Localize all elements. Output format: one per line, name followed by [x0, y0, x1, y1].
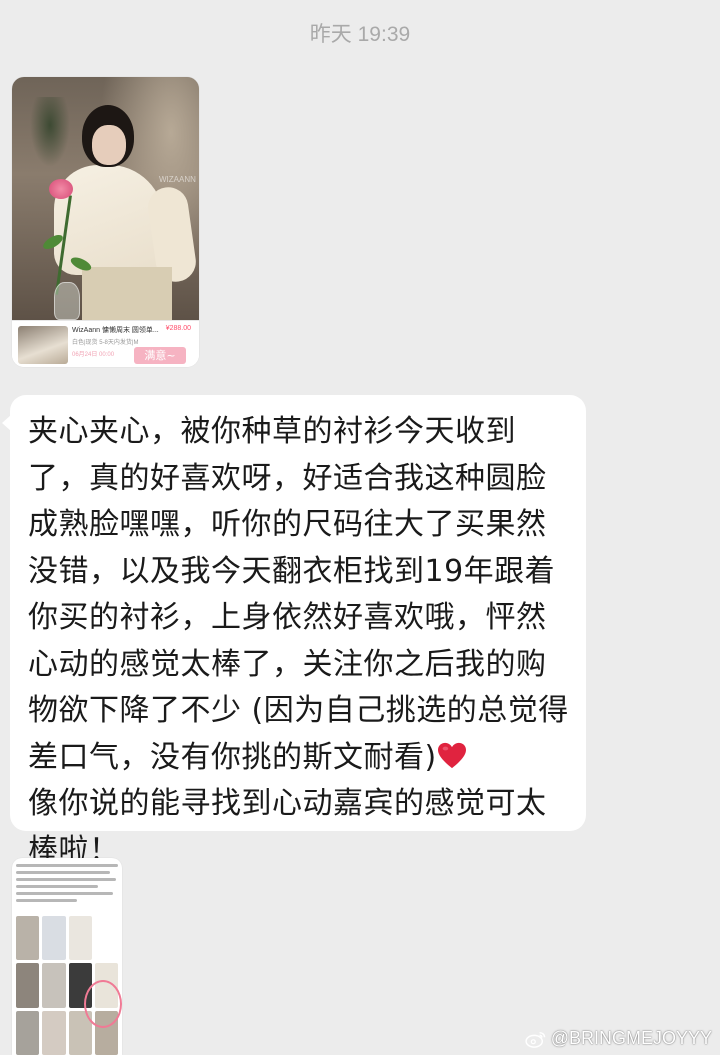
message-bubble[interactable]: 夹心夹心，被你种草的衬衫今天收到了，真的好喜欢呀，好适合我这种圆脸成熟脸嘿嘿，听… [2, 395, 586, 868]
bubble-tail [2, 415, 11, 431]
product-photo: WIZAANN [12, 77, 199, 320]
product-spec: 白色|现货 5-8天内发货|M [72, 340, 139, 346]
order-info-strip: WizAann 慵懒周末 圆领单... ¥288.00 白色|现货 5-8天内发… [12, 320, 199, 367]
message-text-end: 像你说的能寻找到心动嘉宾的感觉可太棒啦！ [28, 786, 547, 868]
product-share-image-message[interactable]: WIZAANN WizAann 慵懒周末 圆领单... ¥288.00 白色|现… [12, 77, 199, 367]
highlight-circle [84, 980, 122, 1028]
photo-watermark: WIZAANN [159, 175, 196, 184]
rose-flower [49, 179, 73, 199]
review-status-chip: 满意~ [134, 347, 186, 364]
product-title: WizAann 慵懒周末 圆领单... [72, 327, 159, 334]
chat-screen: 昨天 19:39 WIZAANN WizAann 慵懒周末 圆领单... ¥28… [0, 0, 720, 1055]
weibo-logo-icon [525, 1031, 545, 1048]
screenshot-image-message[interactable] [12, 858, 122, 1055]
order-date: 06月24日 00:00 [72, 352, 115, 358]
message-text-main: 夹心夹心，被你种草的衬衫今天收到了，真的好喜欢呀，好适合我这种圆脸成熟脸嘿嘿，听… [28, 414, 569, 775]
weibo-watermark: @BRINGMEJOYYY [525, 1028, 712, 1049]
product-thumbnail [18, 326, 68, 364]
product-price: ¥288.00 [165, 325, 191, 332]
message-text: 夹心夹心，被你种草的衬衫今天收到了，真的好喜欢呀，好适合我这种圆脸成熟脸嘿嘿，听… [28, 409, 573, 874]
incoming-message[interactable]: 夹心夹心，被你种草的衬衫今天收到了，真的好喜欢呀，好适合我这种圆脸成熟脸嘿嘿，听… [2, 395, 586, 868]
red-heart-icon [437, 742, 466, 768]
screenshot-text-block [16, 864, 118, 906]
watermark-text: @BRINGMEJOYYY [550, 1028, 712, 1048]
message-timestamp: 昨天 19:39 [309, 23, 411, 46]
